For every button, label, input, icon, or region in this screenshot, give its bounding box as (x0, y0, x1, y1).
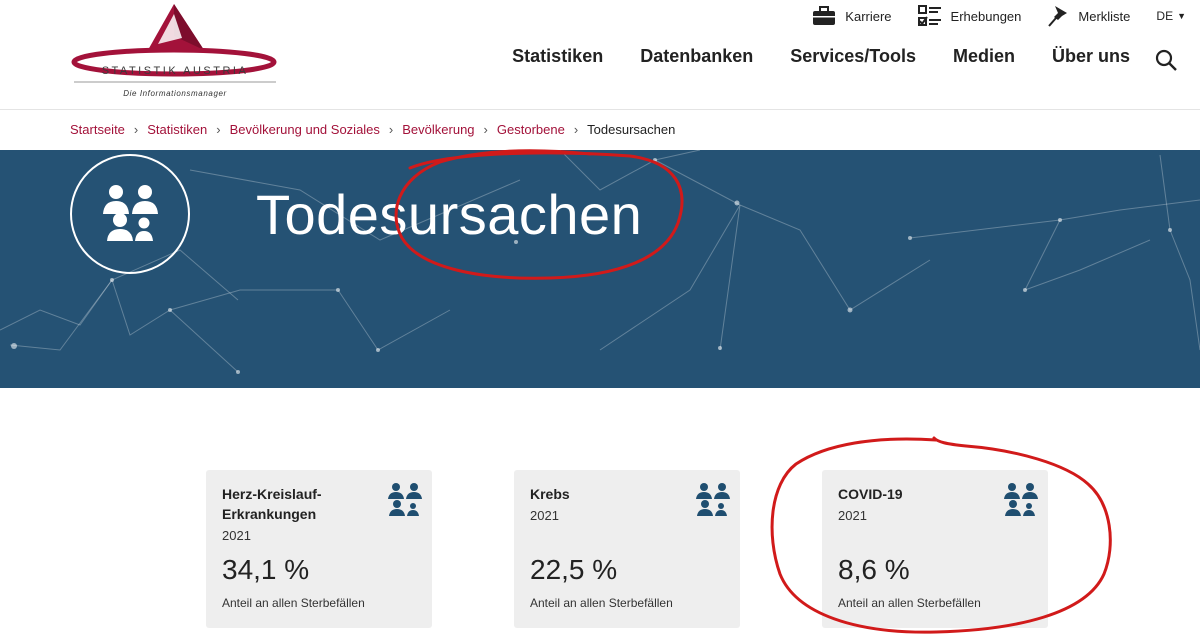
survey-checklist-icon (917, 5, 941, 26)
logo-emblem (71, 4, 277, 83)
search-icon (1155, 49, 1177, 71)
breadcrumb-separator: › (573, 122, 579, 137)
main-nav: Statistiken Datenbanken Services/Tools M… (475, 46, 1130, 67)
card-year: 2021 (222, 528, 251, 543)
breadcrumb-link-bevoelkerung-soziales[interactable]: Bevölkerung und Soziales (230, 122, 380, 137)
stat-card-krebs[interactable]: Krebs 2021 22,5 % Anteil an allen Sterbe… (514, 470, 740, 628)
briefcase-icon (813, 6, 836, 25)
hero-icon-circle (70, 154, 190, 274)
breadcrumb-separator: › (388, 122, 394, 137)
statistik-austria-logo[interactable]: STATISTIK AUSTRIA Die Informationsmanage… (70, 4, 280, 100)
language-selector[interactable]: DE ▼ (1156, 9, 1186, 23)
nav-item-services-tools[interactable]: Services/Tools (790, 46, 916, 67)
logo-wordmark: STATISTIK AUSTRIA (101, 65, 249, 77)
card-caption: Anteil an allen Sterbefällen (838, 596, 981, 610)
utility-link-karriere[interactable]: Karriere (812, 6, 892, 26)
breadcrumb-link-bevoelkerung[interactable]: Bevölkerung (402, 122, 474, 137)
population-group-icon (388, 483, 422, 516)
page-title: Todesursachen (256, 183, 643, 246)
hero-banner: Todesursachen (0, 150, 1200, 388)
chevron-down-icon: ▼ (1177, 11, 1186, 21)
breadcrumb-separator: › (483, 122, 488, 137)
stat-card-herz-kreislauf[interactable]: Herz-Kreislauf-Erkrankungen 2021 34,1 % … (206, 470, 432, 628)
language-label: DE (1156, 9, 1174, 23)
card-value: 34,1 % (222, 554, 310, 585)
utility-link-label: Erhebungen (950, 8, 1022, 24)
breadcrumb-separator: › (216, 122, 221, 137)
breadcrumb-link-startseite[interactable]: Startseite (70, 122, 125, 137)
utility-link-label: Merkliste (1078, 8, 1131, 24)
card-value: 22,5 % (530, 554, 618, 585)
breadcrumb-link-statistiken[interactable]: Statistiken (147, 122, 207, 137)
card-title: Herz-Kreislauf-Erkrankungen (222, 486, 322, 522)
population-group-icon (696, 483, 730, 516)
search-button[interactable] (1154, 48, 1178, 72)
logo-tagline: Die Informationsmanager (123, 89, 227, 98)
card-caption: Anteil an allen Sterbefällen (222, 596, 365, 610)
site-header: STATISTIK AUSTRIA Die Informationsmanage… (0, 0, 1200, 110)
stat-card-covid-19[interactable]: COVID-19 2021 8,6 % Anteil an allen Ster… (822, 470, 1048, 628)
utility-nav: Karriere Erhebungen Merkliste DE ▼ (786, 4, 1186, 28)
population-group-icon (103, 185, 158, 241)
nav-item-ueber-uns[interactable]: Über uns (1052, 46, 1130, 67)
card-caption: Anteil an allen Sterbefällen (530, 596, 673, 610)
utility-link-label: Karriere (845, 8, 892, 24)
utility-link-erhebungen[interactable]: Erhebungen (917, 5, 1022, 27)
nav-item-datenbanken[interactable]: Datenbanken (640, 46, 753, 67)
utility-link-merkliste[interactable]: Merkliste (1047, 5, 1130, 27)
nav-item-medien[interactable]: Medien (953, 46, 1015, 67)
pushpin-icon (1048, 6, 1068, 27)
breadcrumb: Startseite › Statistiken › Bevölkerung u… (70, 122, 675, 137)
card-value: 8,6 % (838, 554, 910, 585)
card-title: COVID-19 (838, 486, 903, 502)
breadcrumb-current: Todesursachen (587, 122, 676, 137)
nav-item-statistiken[interactable]: Statistiken (512, 46, 603, 67)
card-title: Krebs (530, 486, 570, 502)
breadcrumb-separator: › (133, 122, 139, 137)
breadcrumb-link-gestorbene[interactable]: Gestorbene (497, 122, 565, 137)
population-group-icon (1004, 483, 1038, 516)
